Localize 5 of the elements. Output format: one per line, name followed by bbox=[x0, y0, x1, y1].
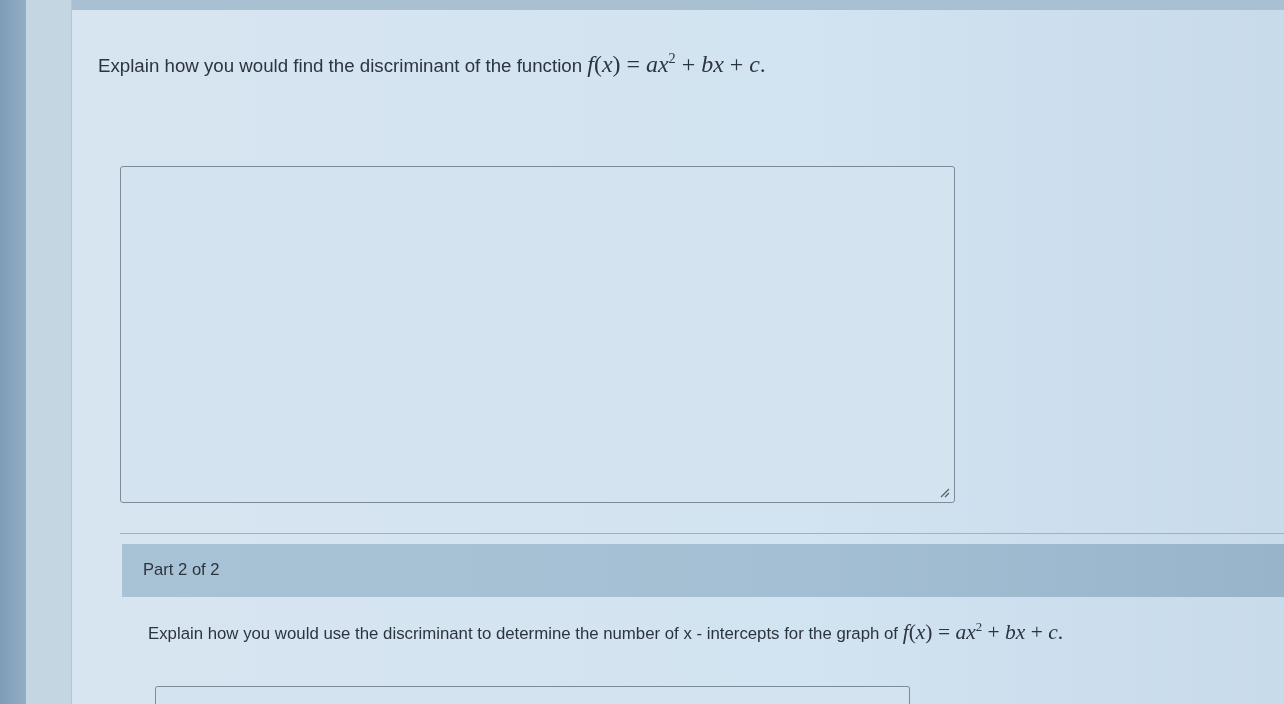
answer-box[interactable] bbox=[155, 686, 910, 704]
question-text: Explain how you would find the discriminant of the function f(x) = ax$^{2}$ + bx + c. bbox=[98, 49, 766, 78]
part-title: Part 2 of 2 bbox=[143, 560, 220, 581]
resize-handle-icon[interactable] bbox=[940, 487, 950, 498]
question-text: Explain how you would use the discriminant to determine the number of x - intercepts for the graph of f(x) = ax$^{2}$ + bx + c. bbox=[148, 618, 1064, 647]
